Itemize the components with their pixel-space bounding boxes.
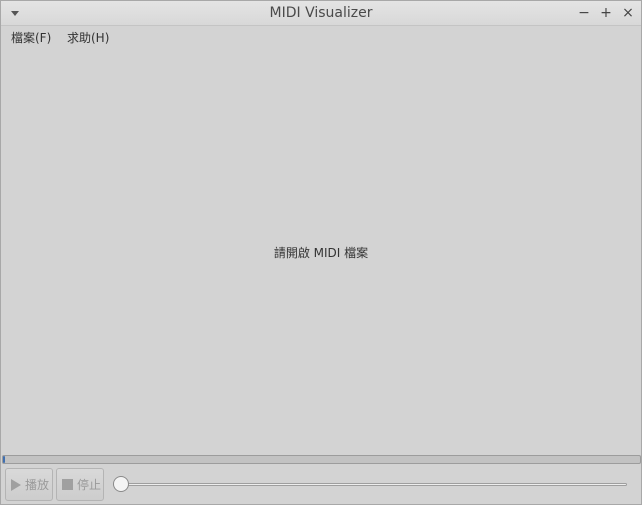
window-title: MIDI Visualizer [269, 5, 373, 21]
play-button-label: 播放 [25, 478, 50, 492]
close-button[interactable]: × [619, 4, 637, 22]
visualizer-canvas: 請開啟 MIDI 檔案 [2, 48, 640, 453]
menu-help[interactable]: 求助(H) [67, 29, 109, 46]
minimize-button[interactable]: − [575, 4, 593, 22]
slider-groove[interactable] [113, 483, 627, 486]
stop-button[interactable]: 停止 [56, 468, 104, 501]
menu-file[interactable]: 檔案(F) [11, 29, 51, 46]
open-file-prompt: 請開啟 MIDI 檔案 [273, 246, 369, 260]
maximize-button[interactable]: + [597, 4, 615, 22]
stop-icon [62, 479, 73, 490]
playback-controls: 播放 停止 [1, 466, 641, 504]
title-bar: MIDI Visualizer − + × [1, 1, 641, 26]
menu-bar: 檔案(F) 求助(H) [1, 26, 641, 48]
progress-fill [3, 456, 5, 463]
play-icon [11, 478, 21, 491]
app-window: MIDI Visualizer − + × 檔案(F) 求助(H) 請開啟 MI… [0, 0, 642, 505]
play-button[interactable]: 播放 [5, 468, 53, 501]
slider-handle[interactable] [113, 476, 129, 492]
stop-button-label: 停止 [77, 478, 102, 492]
seek-slider[interactable] [113, 476, 627, 492]
playback-progress-bar [2, 455, 641, 464]
